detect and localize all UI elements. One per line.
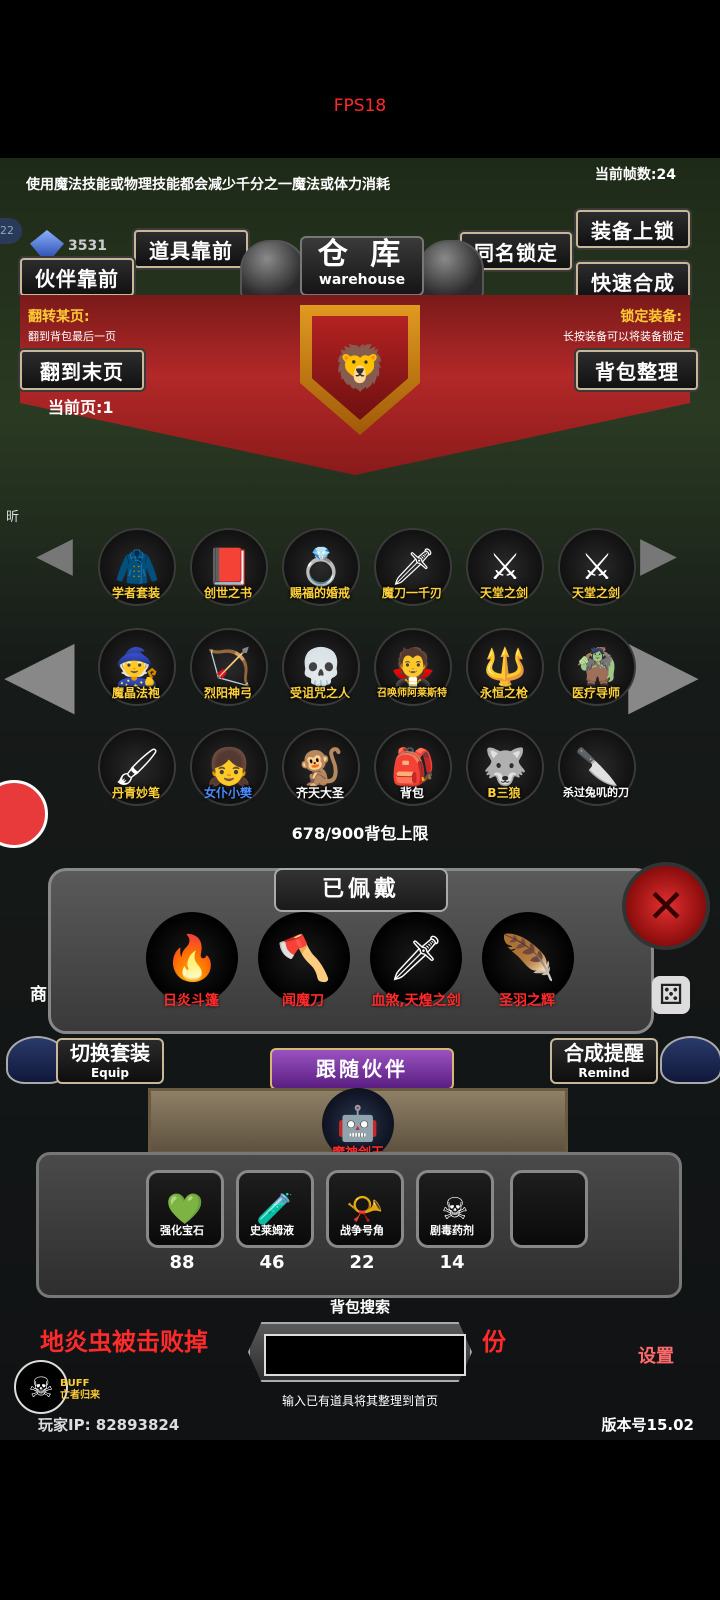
item-slot[interactable]: 🧌 医疗导师 (550, 628, 642, 708)
consumable-count: 46 (259, 1252, 285, 1273)
item-slot[interactable]: 🧛 召唤师阿莱斯特 (366, 628, 458, 708)
item-slot[interactable]: 📕 创世之书 (182, 528, 274, 608)
frame-count: 当前帧数:24 (594, 167, 676, 183)
item-name: B三狼 (487, 786, 521, 800)
warehouse-title: 仓 库 warehouse (300, 236, 424, 296)
item-name: 永恒之枪 (479, 686, 528, 700)
consumable-name: 战争号角 (340, 1224, 384, 1237)
quick-merge-button[interactable]: 快速合成 (576, 262, 690, 300)
prev-page-small-arrow-icon[interactable]: ◀ (36, 530, 73, 578)
item-name: 丹青妙笔 (111, 786, 160, 800)
follow-partner-title: 跟随伙伴 (270, 1048, 454, 1090)
dice-icon[interactable]: ⚄ (652, 976, 690, 1014)
item-name: 魔刀一千刃 (381, 586, 442, 600)
item-slot[interactable]: 🖌 丹青妙笔 (90, 728, 182, 808)
item-name: 女仆小樊 (203, 786, 252, 800)
item-name: 医疗导师 (571, 686, 620, 700)
empty-consumable-slot[interactable] (510, 1170, 588, 1248)
item-slot[interactable]: ⚔ 天堂之剑 (458, 528, 550, 608)
switch-set-en: Equip (90, 1066, 130, 1080)
item-slot[interactable]: 🧥 学者套装 (90, 528, 182, 608)
bag-capacity: 678/900背包上限 (291, 824, 429, 843)
version: 版本号15.02 (601, 1416, 694, 1434)
title-en: warehouse (318, 272, 406, 288)
item-grid: 🧥 学者套装 📕 创世之书 💍 赐福的婚戒 🗡 魔刀一千刃 ⚔ 天堂之剑 ⚔ 天堂之剑 🧙 魔… (90, 528, 650, 808)
item-name: 烈阳神弓 (203, 686, 252, 700)
merge-remind-button[interactable]: 合成提醒 Remind (550, 1038, 658, 1084)
item-name: 召唤师阿莱斯特 (377, 688, 447, 699)
background-text-suffix: 份 (482, 1328, 506, 1356)
item-slot[interactable]: 👧 女仆小樊 (182, 728, 274, 808)
lock-equip-desc: 长按装备可以将装备锁定 (563, 330, 684, 343)
item-slot[interactable]: 🔱 永恒之枪 (458, 628, 550, 708)
equipped-name: 日炎斗篷 (163, 993, 219, 1009)
item-name: 天堂之剑 (571, 586, 620, 600)
fps-counter: FPS18 (333, 96, 387, 116)
item-slot[interactable]: 🧙 魔晶法袍 (90, 628, 182, 708)
item-slot[interactable]: ⚔ 天堂之剑 (550, 528, 642, 608)
item-name: 杀过兔叽的刀 (563, 786, 629, 799)
shop-label[interactable]: 商 (30, 980, 47, 1005)
item-slot[interactable]: 🐺 B三狼 (458, 728, 550, 808)
item-name: 天堂之剑 (479, 586, 528, 600)
current-page: 当前页:1 (48, 398, 114, 417)
item-name: 齐天大圣 (295, 786, 344, 800)
flip-page-desc: 翻到背包最后一页 (28, 330, 116, 343)
merge-remind-label: 合成提醒 (564, 1041, 644, 1065)
close-icon[interactable]: ✕ (622, 862, 710, 950)
consumable-name: 史莱姆液 (250, 1224, 294, 1237)
switch-set-button[interactable]: 切换套装 Equip (56, 1038, 164, 1084)
helmet-right-decoration (418, 240, 484, 300)
item-name: 学者套装 (111, 586, 160, 600)
equipped-name: 血煞,天煌之剑 (371, 993, 461, 1009)
buff-desc: 亡者归来 (60, 1390, 100, 1401)
buff-label: BUFF 亡者归来 (60, 1378, 100, 1402)
consumable-count: 88 (169, 1252, 195, 1273)
item-slot[interactable]: 🎒 背包 (366, 728, 458, 808)
side-text: 昕 (6, 510, 20, 525)
bag-sort-button[interactable]: 背包整理 (576, 350, 698, 390)
consumable-name: 剧毒药剂 (430, 1224, 474, 1237)
item-front-button[interactable]: 道具靠前 (134, 230, 248, 268)
item-slot[interactable]: 🗡 魔刀一千刃 (366, 528, 458, 608)
worn-title: 已佩戴 (274, 868, 448, 912)
gold-amount: 3531 (68, 238, 107, 254)
item-name: 赐福的婚戒 (289, 586, 350, 600)
title-cn: 仓 库 (317, 237, 407, 272)
bag-search-input[interactable] (264, 1334, 466, 1376)
switch-set-label: 切换套装 (70, 1041, 150, 1065)
helmet-left-decoration (240, 240, 306, 300)
consumable-count: 14 (439, 1252, 465, 1273)
item-slot[interactable]: 🏹 烈阳神弓 (182, 628, 274, 708)
helmet-badge-right-icon (660, 1036, 720, 1084)
item-slot[interactable]: 💍 赐福的婚戒 (274, 528, 366, 608)
flip-page-label: 翻转某页: (28, 309, 90, 325)
item-name: 魔晶法袍 (111, 686, 160, 700)
bag-search-hint: 输入已有道具将其整理到首页 (281, 1394, 438, 1408)
player-ip: 玩家IP: 82893824 (38, 1416, 180, 1434)
equipped-name: 圣羽之辉 (499, 993, 555, 1009)
item-name: 背包 (399, 786, 424, 800)
merge-remind-en: Remind (578, 1066, 630, 1080)
consumable-count: 22 (349, 1252, 375, 1273)
equipped-name: 闻魔刀 (282, 993, 324, 1009)
bag-search-label: 背包搜索 (329, 1298, 390, 1316)
item-slot[interactable]: 🐒 齐天大圣 (274, 728, 366, 808)
background-text: 地炎虫被击败掉 (40, 1328, 208, 1356)
tip-text: 使用魔法技能或物理技能都会减少千分之一魔法或体力消耗 (26, 177, 390, 193)
buff-title: BUFF (60, 1378, 90, 1389)
equip-lock-button[interactable]: 装备上锁 (576, 210, 690, 248)
item-slot[interactable]: 💀 受诅咒之人 (274, 628, 366, 708)
settings-button[interactable]: 设置 (638, 1342, 674, 1368)
partner-front-button[interactable]: 伙伴靠前 (20, 258, 134, 296)
item-name: 受诅咒之人 (289, 686, 350, 700)
item-name: 创世之书 (203, 586, 252, 600)
prev-page-arrow-icon[interactable]: ◀ (4, 626, 75, 718)
consumable-name: 强化宝石 (160, 1224, 204, 1237)
lock-equip-label: 锁定装备: (620, 309, 682, 325)
to-last-page-button[interactable]: 翻到末页 (20, 350, 144, 390)
item-slot[interactable]: 🔪 杀过兔叽的刀 (550, 728, 642, 808)
